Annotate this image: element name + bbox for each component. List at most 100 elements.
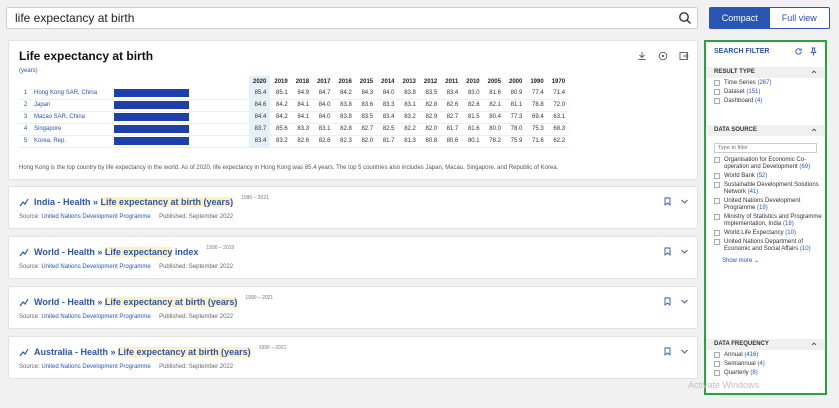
data-source-option[interactable]: World Life Expectancy (10) [706,230,825,237]
data-source-option[interactable]: United Nations Development Programme (19… [706,198,825,212]
result-title-link[interactable]: India - Health » Life expectancy at birt… [19,195,269,208]
value-cell: 83.1 [313,123,335,136]
compact-view-button[interactable]: Compact [710,8,770,28]
value-cell: 85.4 [249,87,271,100]
year-header: 2020 [249,76,271,87]
value-cell: 84.0 [313,111,335,124]
bookmark-icon[interactable] [663,197,672,206]
result-title-link[interactable]: World - Health » Life expectancy at birt… [19,295,273,308]
result-title-link[interactable]: Australia - Health » Life expectancy at … [19,345,287,358]
data-frequency-option[interactable]: Quarterly (8) [706,370,825,377]
value-cell: 83.8 [398,87,420,100]
checkbox[interactable] [714,352,720,358]
country-link[interactable]: Singapore [32,123,112,136]
checkbox[interactable] [714,214,720,220]
value-cell: 82.6 [462,99,484,112]
value-cell: 84.0 [313,99,335,112]
search-icon[interactable] [678,11,692,25]
data-source-option[interactable]: Ministry of Statistics and Programme Imp… [706,214,825,228]
checkbox[interactable] [714,157,720,163]
result-type-option[interactable]: Time Series (267) [706,80,825,87]
data-source-option[interactable]: United Nations Department of Economic an… [706,239,825,253]
checkbox[interactable] [714,80,720,86]
source-link[interactable]: United Nations Development Programme [41,364,150,370]
result-title-link[interactable]: World - Health » Life expectancy index 19… [19,245,234,258]
value-cell: 78.0 [504,123,527,136]
source-link[interactable]: United Nations Development Programme [41,314,150,320]
value-cell: 84.6 [249,99,271,112]
bookmark-icon[interactable] [663,347,672,356]
value-cell: 83.3 [291,123,314,136]
data-frequency-header[interactable]: DATA FREQUENCY [706,339,825,350]
refresh-icon[interactable] [794,47,803,56]
value-cell: 82.7 [441,111,463,124]
activate-windows-watermark: Activate Windows [688,380,760,390]
show-more-link[interactable]: Show more ⌄ [706,257,825,264]
download-icon[interactable] [637,51,647,61]
source-filter-input[interactable] [714,143,817,153]
search-input[interactable] [7,8,667,28]
data-frequency-option[interactable]: Semiannual (4) [706,361,825,368]
data-source-option[interactable]: Sustainable Development Solutions Networ… [706,182,825,196]
value-cell: 82.3 [334,135,356,148]
value-cell: 84.1 [291,111,314,124]
chart-settings-icon[interactable] [658,51,668,61]
year-header: 2011 [445,78,459,85]
value-cell: 78.8 [526,99,548,112]
search-result-card: World - Health » Life expectancy at birt… [8,286,698,329]
result-type-option[interactable]: Dashboard (4) [706,98,825,105]
open-external-icon[interactable] [679,51,689,61]
checkbox[interactable] [714,173,720,179]
value-bar [114,137,189,145]
value-cell: 81.6 [462,123,484,136]
value-bar-cell [112,111,249,124]
country-link[interactable]: Hong Kong SAR, China [32,87,112,100]
chevron-down-icon[interactable] [680,347,689,356]
chevron-down-icon[interactable] [680,247,689,256]
data-frequency-option[interactable]: Annual (416) [706,352,825,359]
year-header: 2017 [317,78,331,85]
data-source-option[interactable]: World Bank (52) [706,173,825,180]
bookmark-icon[interactable] [663,247,672,256]
checkbox[interactable] [714,239,720,245]
result-meta: Source: United Nations Development Progr… [19,214,234,220]
table-row: 1 Hong Kong SAR, China 85.4 85.1 84.9 84.7 84.… [19,87,570,100]
year-header: 2013 [402,78,416,85]
checkbox[interactable] [714,198,720,204]
trend-line-icon [19,298,29,307]
checkbox[interactable] [714,230,720,236]
full-view-button[interactable]: Full view [770,8,830,28]
country-link[interactable]: Korea, Rep. [32,135,112,148]
chevron-down-icon[interactable] [680,197,689,206]
value-cell: 80.4 [483,111,505,124]
chevron-down-icon[interactable] [680,297,689,306]
checkbox[interactable] [714,182,720,188]
pin-icon[interactable] [809,47,818,56]
bookmark-icon[interactable] [663,297,672,306]
result-type-option[interactable]: Dataset (151) [706,89,825,96]
value-cell: 82.6 [441,99,463,112]
value-cell: 83.4 [249,135,271,148]
checkbox[interactable] [714,370,720,376]
checkbox[interactable] [714,361,720,367]
country-link[interactable]: Japan [32,99,112,112]
checkbox[interactable] [714,98,720,104]
rank-number: 2 [19,99,32,112]
table-header: 2020 2019 2018 2017 2016 2015 2014 2013 2012 2011… [19,76,569,87]
checkbox[interactable] [714,89,720,95]
value-cell: 83.7 [249,123,271,136]
source-link[interactable]: United Nations Development Programme [41,214,150,220]
top-result-title[interactable]: Life expectancy at birth [19,49,153,63]
rank-number: 3 [19,111,32,124]
result-type-header[interactable]: RESULT TYPE [706,67,825,78]
date-range: 1990 – 2021 [258,345,287,351]
table-row: 3 Macao SAR, China 84.4 84.2 84.1 84.0 83.8 83.… [19,111,570,124]
data-source-header[interactable]: DATA SOURCE [706,125,825,136]
data-source-option[interactable]: Organisation for Economic Co-operation a… [706,157,825,171]
value-cell: 82.6 [291,135,314,148]
country-link[interactable]: Macao SAR, China [32,111,112,124]
rank-number: 4 [19,123,32,136]
view-toggle: Compact Full view [709,7,830,29]
value-cell: 84.4 [249,111,271,124]
source-link[interactable]: United Nations Development Programme [41,264,150,270]
